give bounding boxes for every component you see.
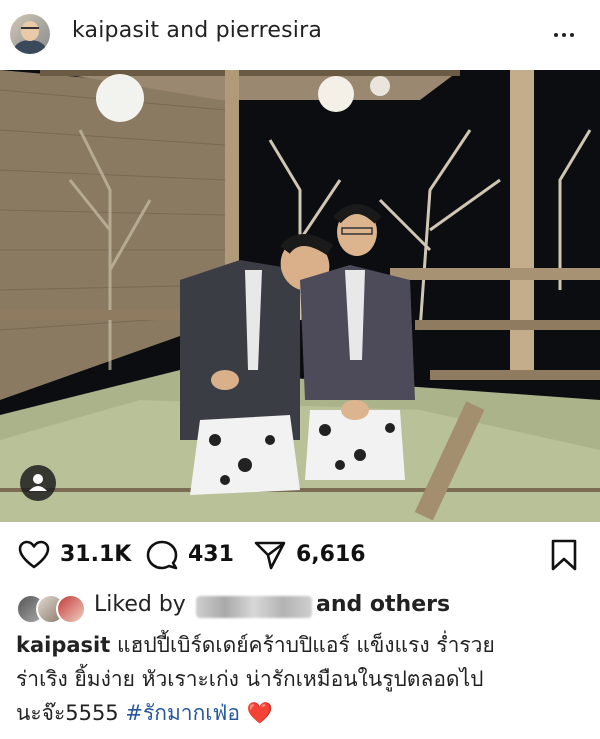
liker-avatar — [56, 594, 86, 624]
hashtag-link[interactable]: #รักมากเฟ่อ — [125, 701, 240, 725]
caption-line-3: นะจ๊ะ5555 #รักมากเฟ่อ ❤️ — [16, 696, 586, 730]
and-others-link[interactable]: and others — [316, 592, 450, 617]
liked-by-label: Liked by — [94, 592, 186, 617]
more-icon[interactable] — [552, 22, 580, 46]
comment-icon — [146, 540, 178, 570]
caption-text-1: แฮปปี้เบิร์ดเดย์คร้าบปิแอร์ แข็งแรง ร่ำร… — [116, 633, 495, 657]
avatar-body — [14, 40, 46, 54]
caption-text-3: นะจ๊ะ5555 — [16, 701, 119, 725]
post-caption: kaipasit แฮปปี้เบิร์ดเดย์คร้าบปิแอร์ แข็… — [16, 628, 586, 730]
save-button[interactable] — [550, 539, 580, 571]
caption-line-2: ร่าเริง ยิ้มง่าย หัวเราะเก่ง น่ารักเหมือ… — [16, 667, 484, 691]
action-bar: 31.1K 431 6,616 — [0, 530, 600, 580]
photo-illustration — [0, 70, 600, 522]
bookmark-icon — [551, 539, 577, 571]
share-button[interactable]: 6,616 — [254, 540, 374, 570]
caption-line-1: kaipasit แฮปปี้เบิร์ดเดย์คร้าบปิแอร์ แข็… — [16, 628, 586, 662]
heart-emoji: ❤️ — [246, 701, 273, 725]
liker-avatars — [16, 594, 88, 624]
tag-people-icon[interactable] — [20, 465, 56, 501]
share-count: 6,616 — [296, 542, 366, 567]
redacted-username — [196, 596, 312, 618]
liked-by-row[interactable]: Liked by and others — [16, 588, 586, 624]
heart-icon — [18, 540, 50, 569]
comment-button[interactable]: 431 — [146, 540, 246, 570]
post-author[interactable]: kaipasit and pierresira — [72, 18, 322, 43]
comment-count: 431 — [188, 542, 234, 567]
post-header: kaipasit and pierresira — [0, 0, 600, 70]
like-count: 31.1K — [60, 542, 132, 567]
avatar-glasses — [21, 27, 39, 34]
like-button[interactable]: 31.1K — [18, 540, 132, 570]
share-icon — [254, 541, 286, 570]
post-photo[interactable] — [0, 70, 600, 522]
caption-username[interactable]: kaipasit — [16, 633, 110, 657]
avatar[interactable] — [10, 14, 50, 54]
